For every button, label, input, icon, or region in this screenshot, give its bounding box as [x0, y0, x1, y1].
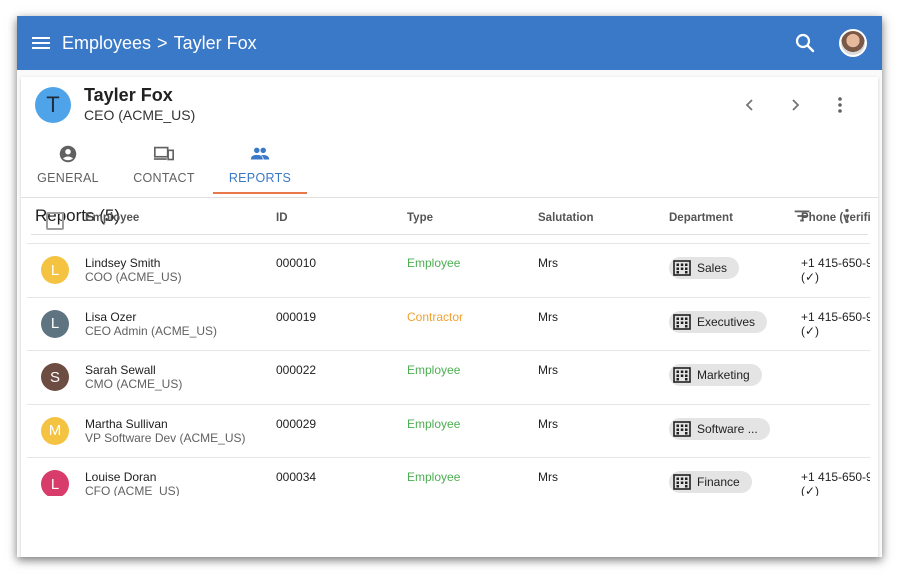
employee-type: Employee — [407, 416, 461, 431]
table-row[interactable]: L Lindsey Smith COO (ACME_US) 000010 Employe… — [27, 244, 870, 298]
employee-title: VP Software Dev (ACME_US) — [85, 430, 246, 445]
employee-type: Employee — [407, 363, 461, 377]
phone-number: +1 415-650-9 — [801, 309, 870, 324]
table-row[interactable]: M Martha Sullivan VP Software Dev (ACME_US… — [27, 405, 870, 458]
employee-salutation: Mrs — [538, 256, 558, 270]
select-all-checkbox[interactable] — [46, 212, 64, 230]
employee-phone: +1 415-650-9 (✓) — [801, 310, 870, 338]
phone-verified: (✓) — [801, 270, 820, 284]
department-label: Sales — [697, 261, 728, 275]
person-avatar: T — [35, 87, 71, 123]
more-vert-icon[interactable] — [828, 93, 852, 117]
employee-type: Employee — [407, 470, 461, 484]
reports-table: Employee ID Type Salutation Department P… — [27, 187, 870, 496]
breadcrumb-current: Tayler Fox — [173, 32, 257, 53]
app-bar: Employees > Tayler Fox — [17, 16, 882, 70]
col-department[interactable]: Department — [669, 212, 733, 224]
employee-name[interactable]: Lisa Ozer — [85, 310, 136, 324]
user-avatar[interactable] — [839, 29, 867, 57]
employee-id: 000022 — [276, 363, 317, 377]
employee-salutation: Mrs — [538, 363, 558, 377]
building-icon — [673, 420, 691, 437]
tab-general[interactable]: GENERAL — [21, 137, 115, 193]
app-window: Employees > Tayler Fox T Tayler Fox CEO … — [17, 16, 882, 557]
breadcrumb: Employees > Tayler Fox — [62, 33, 257, 54]
tab-general-label: GENERAL — [37, 171, 99, 185]
col-type[interactable]: Type — [407, 212, 433, 224]
chevron-left-icon[interactable] — [738, 93, 762, 117]
building-icon — [673, 474, 691, 490]
department-chip[interactable]: Sales — [669, 257, 740, 279]
col-employee[interactable]: Employee — [85, 212, 139, 224]
employee-phone: +1 415-650-9 (✓) — [801, 256, 870, 284]
employee-id: 000034 — [276, 470, 317, 484]
building-icon — [673, 367, 691, 383]
row-avatar: L — [41, 470, 69, 496]
col-phone[interactable]: Phone (verifie — [801, 212, 870, 224]
breadcrumb-employees[interactable]: Employees — [62, 33, 151, 54]
department-label: Finance — [697, 475, 740, 489]
tab-contact-label: CONTACT — [133, 171, 195, 185]
phone-verified: (✓) — [801, 484, 820, 496]
row-avatar: S — [41, 363, 69, 391]
employee-salutation: Mrs — [538, 416, 558, 431]
building-icon — [673, 313, 691, 330]
department-label: Software ... — [697, 421, 758, 436]
table-body: L Lindsey Smith COO (ACME_US) 000010 Employe… — [27, 244, 870, 496]
devices-icon — [153, 146, 174, 161]
phone-number: +1 415-650-9 — [801, 256, 870, 270]
department-label: Marketing — [697, 368, 750, 382]
employee-type: Employee — [407, 256, 461, 270]
breadcrumb-separator: > — [157, 32, 168, 53]
employee-type: Contractor — [407, 309, 464, 324]
phone-verified: (✓) — [801, 323, 820, 338]
row-avatar: L — [41, 256, 69, 284]
person-role: CEO (ACME_US) — [84, 107, 196, 123]
chevron-right-icon[interactable] — [783, 93, 807, 117]
employee-id: 000029 — [276, 416, 317, 431]
department-chip[interactable]: Finance — [669, 471, 752, 493]
phone-number: +1 415-650-9 — [801, 470, 870, 484]
department-chip[interactable]: Marketing — [669, 364, 762, 386]
employee-name[interactable]: Lindsey Smith — [85, 256, 160, 270]
person-name: Tayler Fox — [84, 85, 173, 105]
table-row[interactable]: L Lisa Ozer CEO Admin (ACME_US) 000019 Contr… — [27, 298, 870, 351]
employee-id: 000019 — [276, 309, 317, 324]
row-avatar: L — [41, 309, 69, 338]
department-chip[interactable]: Software ... — [669, 417, 770, 440]
employee-salutation: Mrs — [538, 309, 558, 324]
employee-name[interactable]: Louise Doran — [85, 470, 156, 484]
employee-phone: +1 415-650-9 (✓) — [801, 470, 870, 496]
people-icon — [250, 147, 270, 160]
employee-title: CMO (ACME_US) — [85, 377, 183, 391]
employee-id: 000010 — [276, 256, 317, 270]
table-row[interactable]: L Louise Doran CFO (ACME_US) 000034 Employee… — [27, 458, 870, 496]
col-salutation[interactable]: Salutation — [538, 212, 594, 224]
building-icon — [673, 260, 691, 276]
employee-name[interactable]: Martha Sullivan — [85, 417, 168, 431]
row-avatar: M — [41, 416, 69, 445]
tab-reports[interactable]: REPORTS — [213, 137, 307, 193]
table-row[interactable]: S Sarah Sewall CMO (ACME_US) 000022 Employee… — [27, 351, 870, 405]
account-circle-icon — [59, 145, 77, 163]
table-header-row: Employee ID Type Salutation Department P… — [27, 187, 870, 244]
employee-name[interactable]: Sarah Sewall — [85, 363, 156, 377]
department-chip[interactable]: Executives — [669, 310, 768, 333]
employee-salutation: Mrs — [538, 470, 558, 484]
employee-title: CEO Admin (ACME_US) — [85, 323, 218, 338]
employee-title: CFO (ACME_US) — [85, 484, 180, 496]
employee-title: COO (ACME_US) — [85, 270, 182, 284]
person-header: T Tayler Fox CEO (ACME_US) — [21, 77, 878, 133]
department-label: Executives — [697, 314, 756, 329]
col-id[interactable]: ID — [276, 212, 288, 224]
tab-contact[interactable]: CONTACT — [117, 137, 211, 193]
tab-reports-label: REPORTS — [228, 171, 292, 185]
menu-icon[interactable] — [32, 37, 50, 49]
search-icon[interactable] — [793, 31, 817, 55]
